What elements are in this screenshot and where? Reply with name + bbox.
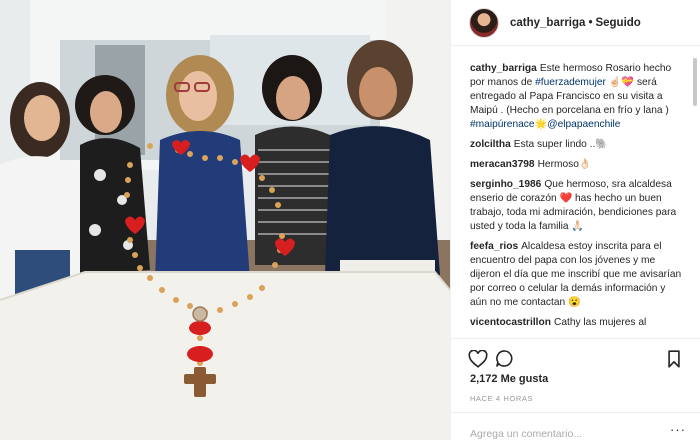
heart-icon[interactable]	[465, 346, 491, 372]
comment-username[interactable]: zolciltha	[470, 139, 511, 150]
comment-text: Hermoso👌🏻	[537, 159, 592, 170]
comment-item: meracan3798 Hermoso👌🏻	[470, 158, 683, 172]
comment-username[interactable]: serginho_1986	[470, 179, 541, 190]
comment-hashtag-link[interactable]: #fuerzademujer	[535, 77, 606, 88]
comment-hashtag-link[interactable]: @elpapaenchile	[547, 119, 620, 130]
author-username[interactable]: cathy_barriga	[510, 17, 585, 29]
author-avatar[interactable]	[469, 7, 499, 38]
header-separator: •	[588, 16, 593, 29]
likes-count[interactable]: 2,172 Me gusta	[470, 373, 548, 385]
comment-hashtag-link[interactable]: #maipúrenace	[470, 119, 535, 130]
comment-text: 🌟	[534, 119, 548, 130]
post-photo[interactable]	[0, 0, 450, 440]
comment-item: feefa_rios Alcaldesa estoy inscrita para …	[470, 240, 683, 310]
comment-input[interactable]	[470, 428, 670, 440]
comment-username[interactable]: meracan3798	[470, 159, 535, 170]
bookmark-icon[interactable]	[661, 346, 687, 372]
more-options-icon[interactable]: ···	[670, 422, 686, 437]
post-sidebar: cathy_barriga • Seguido cathy_barriga Est…	[450, 0, 700, 440]
action-bar	[451, 338, 700, 378]
comment-username[interactable]: feefa_rios	[470, 241, 518, 252]
comment-text: Esta super lindo ..🐘	[513, 139, 608, 150]
comment-item: vicentocastrillon Cathy las mujeres al	[470, 316, 683, 330]
comment-username[interactable]: cathy_barriga	[470, 63, 537, 74]
comment-item: zolciltha Esta super lindo ..🐘	[470, 138, 683, 152]
comments-list[interactable]: cathy_barriga Este hermoso Rosario hecho …	[451, 47, 700, 338]
comment-username[interactable]: vicentocastrillon	[470, 317, 551, 328]
comment-bubble-icon[interactable]	[491, 346, 517, 372]
add-comment-bar: ···	[451, 412, 700, 440]
comment-item: serginho_1986 Que hermoso, sra alcaldesa …	[470, 178, 683, 234]
follow-status-button[interactable]: Seguido	[595, 17, 640, 29]
comment-item: cathy_barriga Este hermoso Rosario hecho …	[470, 62, 683, 132]
comment-text: Cathy las mujeres al	[553, 317, 647, 328]
post-header: cathy_barriga • Seguido	[451, 0, 700, 46]
rosary-group-photo	[0, 0, 450, 440]
post-timestamp[interactable]: HACE 4 HORAS	[470, 394, 533, 403]
comments-scrollbar[interactable]	[693, 58, 697, 106]
